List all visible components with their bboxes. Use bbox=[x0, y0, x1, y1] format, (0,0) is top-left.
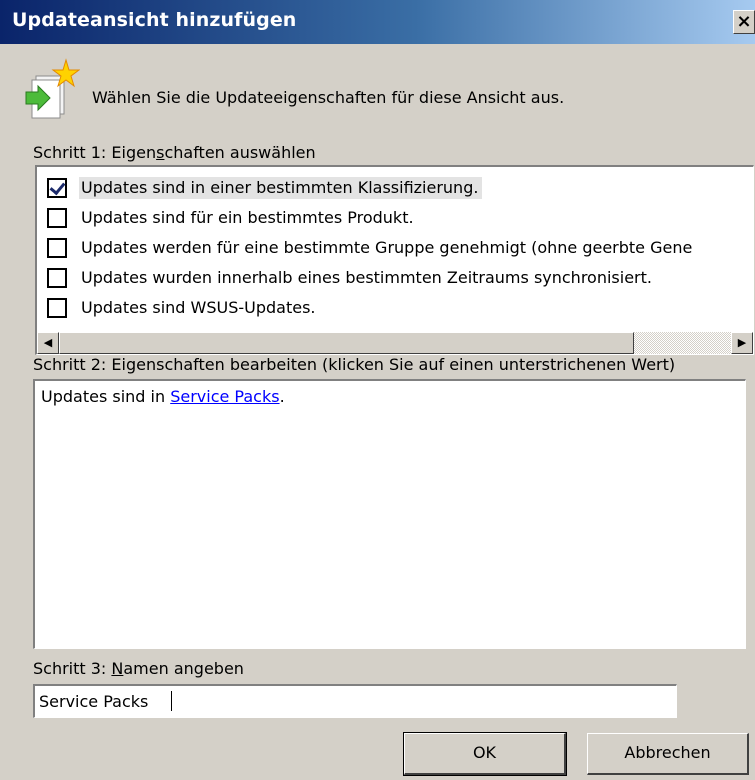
property-editor: Updates sind in Service Packs. bbox=[33, 379, 746, 649]
checkbox-unchecked[interactable] bbox=[47, 208, 67, 228]
horizontal-scrollbar[interactable]: ◀ ▶ bbox=[37, 332, 753, 354]
close-button[interactable]: × bbox=[733, 10, 755, 34]
text-caret bbox=[171, 691, 172, 711]
instruction-text: Wählen Sie die Updateeigenschaften für d… bbox=[92, 88, 565, 107]
step2-label: Schritt 2: Eigenschaften bearbeiten (kli… bbox=[33, 355, 676, 374]
window-title: Updateansicht hinzufügen bbox=[12, 9, 297, 31]
cancel-button[interactable]: Abbrechen bbox=[587, 733, 749, 775]
list-item-label: Updates sind für ein bestimmtes Produkt. bbox=[81, 208, 414, 227]
scroll-right-icon: ▶ bbox=[737, 336, 747, 349]
properties-checklist[interactable]: Updates sind in einer bestimmten Klassif… bbox=[35, 165, 754, 355]
list-item-label: Updates sind WSUS-Updates. bbox=[81, 298, 316, 317]
service-packs-link[interactable]: Service Packs bbox=[170, 387, 279, 406]
checkbox-unchecked[interactable] bbox=[47, 238, 67, 258]
update-view-wizard-icon bbox=[25, 58, 80, 119]
close-icon: × bbox=[736, 11, 752, 32]
scroll-left-icon: ◀ bbox=[43, 336, 53, 349]
checkbox-checked[interactable] bbox=[47, 178, 67, 198]
list-item-label: Updates wurden innerhalb eines bestimmte… bbox=[81, 268, 652, 287]
title-bar[interactable]: Updateansicht hinzufügen × bbox=[0, 0, 755, 44]
scroll-right-button[interactable]: ▶ bbox=[731, 332, 753, 354]
ok-button[interactable]: OK bbox=[403, 732, 567, 776]
step3-label: Schritt 3: Namen angeben bbox=[33, 659, 244, 678]
checkbox-unchecked[interactable] bbox=[47, 298, 67, 318]
checkbox-unchecked[interactable] bbox=[47, 268, 67, 288]
property-description: Updates sind in Service Packs. bbox=[41, 387, 285, 406]
step1-label: Schritt 1: Eigenschaften auswählen bbox=[33, 143, 316, 162]
scroll-track[interactable] bbox=[634, 332, 731, 354]
list-item-label: Updates werden für eine bestimmte Gruppe… bbox=[81, 238, 693, 257]
view-name-input[interactable] bbox=[33, 684, 677, 718]
scroll-thumb[interactable] bbox=[59, 332, 634, 354]
scroll-left-button[interactable]: ◀ bbox=[37, 332, 59, 354]
list-item-label: Updates sind in einer bestimmten Klassif… bbox=[79, 177, 483, 199]
